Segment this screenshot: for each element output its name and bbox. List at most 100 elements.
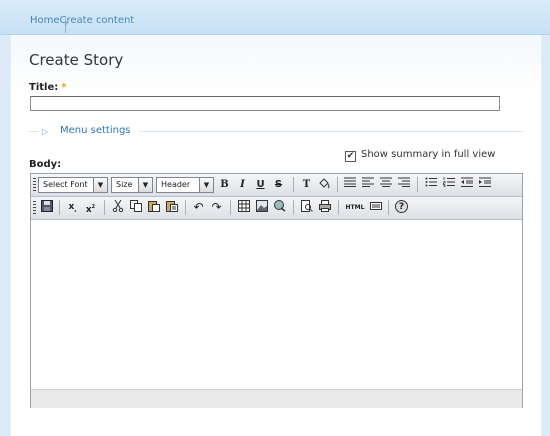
undo-button[interactable]: ↶ bbox=[191, 200, 206, 215]
paste-button[interactable] bbox=[146, 200, 161, 215]
toolbar-separator bbox=[59, 200, 60, 215]
breadcrumb-separator: › bbox=[64, 18, 69, 33]
bullet-list-button[interactable] bbox=[423, 177, 438, 192]
superscript-button[interactable]: x2 bbox=[83, 200, 98, 215]
numbered-list-icon bbox=[442, 177, 455, 188]
editor-status-bar bbox=[31, 389, 522, 408]
toolbar-separator bbox=[293, 200, 294, 215]
toolbar-separator bbox=[185, 200, 186, 215]
image-icon bbox=[255, 200, 268, 212]
save-button[interactable] bbox=[39, 200, 54, 215]
align-left-button[interactable] bbox=[360, 177, 375, 192]
scissors-icon bbox=[112, 199, 123, 213]
outdent-button[interactable] bbox=[459, 177, 474, 192]
printer-icon bbox=[318, 200, 331, 212]
show-summary-label: Show summary in full view bbox=[361, 149, 496, 160]
rich-text-editor: Select Font ▼ Size ▼ Header ▼ B I U S T bbox=[30, 173, 523, 408]
show-summary-toggle[interactable]: ✔ Show summary in full view bbox=[345, 149, 495, 162]
chevron-down-icon[interactable]: ▼ bbox=[199, 178, 213, 192]
menu-settings-fieldset[interactable]: ▷ Menu settings bbox=[29, 125, 523, 139]
numbered-list-button[interactable] bbox=[441, 177, 456, 192]
source-button[interactable] bbox=[368, 200, 383, 215]
table-icon bbox=[237, 200, 250, 212]
paste-text-icon bbox=[165, 201, 178, 212]
align-justify-button[interactable] bbox=[342, 177, 357, 192]
bullet-list-icon bbox=[425, 177, 437, 187]
redo-icon: ↷ bbox=[211, 200, 222, 214]
cut-button[interactable] bbox=[110, 199, 125, 215]
preview-button[interactable] bbox=[299, 200, 314, 215]
help-button[interactable]: ? bbox=[394, 200, 409, 215]
underline-button[interactable]: U bbox=[253, 177, 268, 192]
globe-link-icon bbox=[273, 200, 285, 212]
toolbar-drag-handle[interactable] bbox=[33, 201, 36, 214]
align-left-icon bbox=[361, 177, 374, 187]
editor-toolbar-row-1: Select Font ▼ Size ▼ Header ▼ B I U S T bbox=[31, 174, 522, 197]
toolbar-separator bbox=[417, 177, 418, 192]
background-color-button[interactable] bbox=[317, 177, 332, 192]
copy-button[interactable] bbox=[128, 200, 143, 215]
paint-bucket-icon bbox=[319, 178, 330, 189]
body-label: Body: bbox=[29, 159, 62, 170]
bold-button[interactable]: B bbox=[217, 177, 232, 192]
align-justify-icon bbox=[343, 177, 356, 187]
page-title: Create Story bbox=[29, 51, 124, 69]
editor-toolbar-row-2: x₂ x2 ↶ ↷ HTML ? bbox=[31, 197, 522, 220]
top-bar: Home › Create content bbox=[0, 0, 550, 35]
toolbar-separator bbox=[230, 200, 231, 215]
help-label: ? bbox=[398, 202, 405, 212]
menu-settings-toggle[interactable]: Menu settings bbox=[60, 125, 131, 136]
preview-icon bbox=[300, 200, 313, 212]
paste-text-button[interactable] bbox=[164, 200, 179, 215]
floppy-disk-icon bbox=[40, 200, 53, 212]
outdent-icon bbox=[460, 177, 473, 187]
fieldset-border-left bbox=[29, 131, 39, 132]
breadcrumb-home-link[interactable]: Home bbox=[30, 15, 60, 26]
toolbar-separator bbox=[104, 200, 105, 215]
required-marker: * bbox=[61, 82, 67, 93]
print-button[interactable] bbox=[317, 200, 332, 215]
size-select-value: Size bbox=[116, 180, 133, 189]
subscript-button[interactable]: x₂ bbox=[65, 200, 80, 215]
fieldset-border-right bbox=[139, 131, 523, 132]
show-summary-checkbox[interactable]: ✔ bbox=[345, 151, 356, 162]
font-select[interactable]: Select Font ▼ bbox=[38, 177, 108, 193]
main-content: Create Story Title: * ▷ Menu settings ✔ Sh… bbox=[10, 35, 542, 436]
breadcrumb: Home › Create content bbox=[30, 15, 135, 33]
chevron-down-icon[interactable]: ▼ bbox=[138, 178, 152, 192]
redo-button[interactable]: ↷ bbox=[209, 200, 224, 215]
editor-content-area[interactable] bbox=[31, 220, 522, 389]
image-button[interactable] bbox=[254, 200, 269, 215]
title-label: Title: * bbox=[29, 82, 66, 93]
breadcrumb-create-content-link[interactable]: Create content bbox=[60, 15, 135, 26]
toolbar-separator bbox=[338, 200, 339, 215]
indent-icon bbox=[478, 177, 491, 187]
size-select[interactable]: Size ▼ bbox=[111, 177, 153, 193]
chevron-down-icon[interactable]: ▼ bbox=[93, 178, 107, 192]
format-select-value: Header bbox=[161, 180, 191, 189]
strikethrough-button[interactable]: S bbox=[271, 177, 286, 192]
format-select[interactable]: Header ▼ bbox=[156, 177, 214, 193]
align-center-icon bbox=[379, 177, 392, 187]
toolbar-separator bbox=[337, 177, 338, 192]
text-color-button[interactable]: T bbox=[299, 177, 314, 192]
font-select-value: Select Font bbox=[43, 180, 88, 189]
copy-icon bbox=[129, 200, 142, 212]
title-input[interactable] bbox=[30, 96, 500, 111]
align-right-button[interactable] bbox=[396, 177, 411, 192]
expand-triangle-icon[interactable]: ▷ bbox=[42, 127, 48, 136]
html-button[interactable]: HTML bbox=[344, 200, 366, 215]
table-button[interactable] bbox=[236, 200, 251, 215]
align-right-icon bbox=[397, 177, 410, 187]
italic-button[interactable]: I bbox=[235, 177, 250, 192]
link-button[interactable] bbox=[272, 200, 287, 215]
align-center-button[interactable] bbox=[378, 177, 393, 192]
toolbar-drag-handle[interactable] bbox=[33, 178, 36, 191]
title-label-text: Title: bbox=[29, 82, 59, 93]
clipboard-icon bbox=[147, 201, 160, 212]
indent-button[interactable] bbox=[477, 177, 492, 192]
source-code-icon bbox=[369, 202, 382, 210]
undo-icon: ↶ bbox=[193, 200, 204, 214]
toolbar-separator bbox=[293, 177, 294, 192]
toolbar-separator bbox=[388, 200, 389, 215]
